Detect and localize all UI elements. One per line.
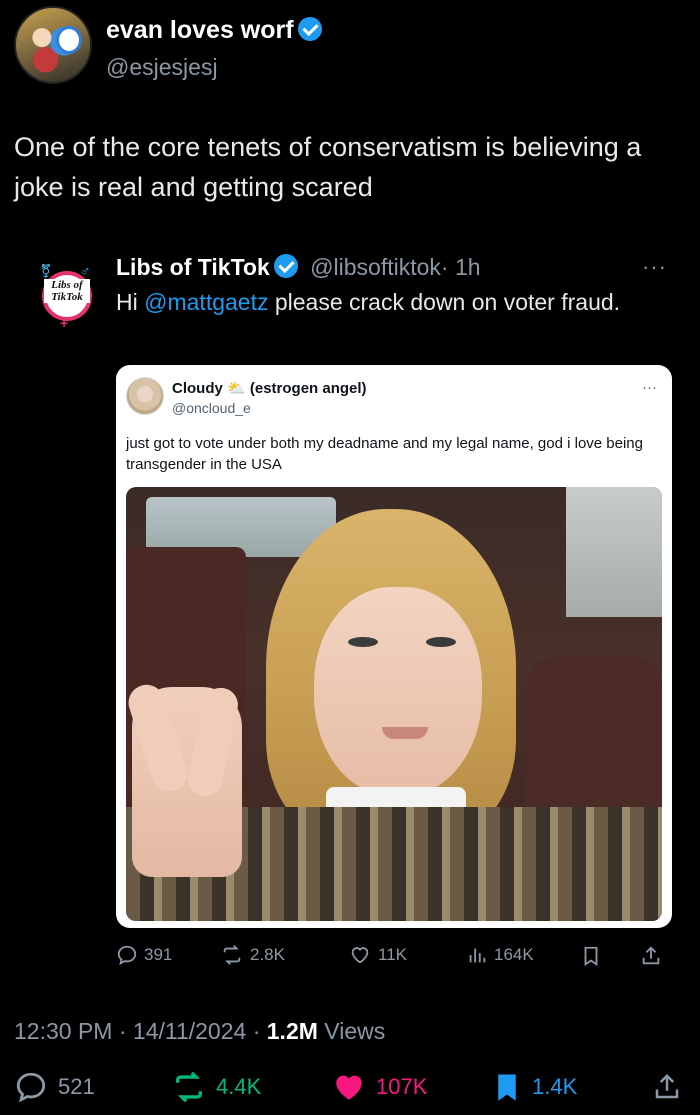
share-icon bbox=[655, 1073, 679, 1099]
meta-separator: · bbox=[112, 1018, 133, 1044]
embedded-tweet-card[interactable]: Cloudy ⛅ (estrogen angel) @oncloud_e ···… bbox=[116, 365, 672, 928]
tweet-header: evan loves worf @esjesjesj bbox=[14, 6, 686, 86]
quoted-text: Hi @mattgaetz please crack down on voter… bbox=[116, 286, 646, 319]
author-handle[interactable]: @esjesjesj bbox=[106, 54, 218, 81]
verified-badge-icon bbox=[273, 254, 298, 278]
quoted-bookmark-button[interactable] bbox=[580, 944, 602, 968]
sun-cloud-icon: ⛅ bbox=[227, 380, 246, 397]
quoted-share-button[interactable] bbox=[640, 944, 662, 968]
heart-icon bbox=[351, 947, 369, 964]
repost-icon bbox=[223, 945, 241, 965]
female-symbol-icon: + bbox=[60, 315, 69, 331]
quoted-views-count: 164K bbox=[494, 945, 534, 964]
reply-icon bbox=[16, 1072, 46, 1103]
repost-icon bbox=[175, 1071, 203, 1103]
quoted-time[interactable]: · 1h bbox=[441, 254, 481, 280]
heart-icon bbox=[336, 1075, 362, 1100]
like-count: 107K bbox=[376, 1074, 428, 1099]
tweet-date[interactable]: 14/11/2024 bbox=[133, 1018, 246, 1044]
tweet-time[interactable]: 12:30 PM bbox=[14, 1018, 112, 1044]
quoted-handle[interactable]: @libsoftiktok bbox=[310, 254, 441, 280]
quoted-like-button[interactable]: 11K bbox=[348, 944, 407, 966]
author-avatar[interactable] bbox=[14, 6, 92, 84]
verified-badge-icon bbox=[297, 17, 322, 41]
embedded-handle[interactable]: @oncloud_e bbox=[172, 400, 251, 416]
quoted-avatar[interactable]: ⚧ ♂ Libs of TikTok + bbox=[40, 263, 94, 331]
reply-icon bbox=[117, 945, 137, 965]
bookmark-count: 1.4K bbox=[532, 1074, 578, 1099]
reply-button[interactable]: 521 bbox=[14, 1070, 95, 1104]
share-icon bbox=[642, 946, 660, 965]
quoted-reply-count: 391 bbox=[144, 945, 173, 964]
views-bar-icon bbox=[469, 948, 486, 963]
embedded-name-text: Cloudy bbox=[172, 380, 223, 397]
more-options-icon[interactable]: ··· bbox=[642, 254, 667, 280]
bookmark-icon bbox=[498, 1074, 516, 1101]
views-label: Views bbox=[317, 1018, 386, 1044]
quoted-repost-count: 2.8K bbox=[250, 945, 285, 964]
like-button[interactable]: 107K bbox=[332, 1070, 427, 1104]
bookmark-button[interactable]: 1.4K bbox=[492, 1070, 577, 1104]
repost-button[interactable]: 4.4K bbox=[172, 1070, 261, 1104]
mention-link[interactable]: @mattgaetz bbox=[144, 289, 268, 315]
action-bar: 521 4.4K 107K 1.4K bbox=[14, 1070, 686, 1106]
embedded-text: just got to vote under both my deadname … bbox=[126, 435, 643, 473]
tweet-text: One of the core tenets of conservatism i… bbox=[14, 132, 642, 202]
tweet-meta: 12:30 PM · 14/11/2024 · 1.2M Views bbox=[14, 1018, 385, 1045]
bookmark-icon bbox=[584, 946, 598, 966]
quoted-display-name[interactable]: Libs of TikTok bbox=[116, 254, 270, 280]
quoted-avatar-logo: Libs of TikTok bbox=[44, 279, 90, 303]
quoted-text-pre: Hi bbox=[116, 289, 145, 315]
repost-count: 4.4K bbox=[216, 1074, 262, 1099]
embedded-photo[interactable] bbox=[126, 487, 662, 921]
quoted-text-post: please crack down on voter fraud. bbox=[268, 289, 621, 315]
author-name-text[interactable]: evan loves worf bbox=[106, 16, 294, 44]
embedded-display-name[interactable]: Cloudy ⛅ (estrogen angel) bbox=[172, 379, 367, 397]
quoted-header: Libs of TikTok @libsoftiktok· 1h bbox=[116, 254, 481, 281]
quoted-like-count: 11K bbox=[378, 945, 407, 964]
quoted-reply-button[interactable]: 391 bbox=[116, 944, 172, 966]
views-count: 1.2M bbox=[266, 1018, 318, 1044]
embedded-avatar[interactable] bbox=[126, 377, 164, 415]
embedded-name-suffix: (estrogen angel) bbox=[249, 380, 367, 397]
reply-count: 521 bbox=[58, 1074, 95, 1099]
meta-separator: · bbox=[246, 1018, 267, 1044]
quoted-repost-button[interactable]: 2.8K bbox=[220, 944, 285, 966]
embedded-more-icon[interactable]: ··· bbox=[642, 379, 657, 396]
author-display-name[interactable]: evan loves worf bbox=[106, 16, 322, 45]
quoted-views-button[interactable]: 164K bbox=[466, 944, 534, 966]
share-button[interactable] bbox=[652, 1070, 682, 1104]
quoted-action-bar: 391 2.8K 11K 164K bbox=[116, 944, 672, 970]
